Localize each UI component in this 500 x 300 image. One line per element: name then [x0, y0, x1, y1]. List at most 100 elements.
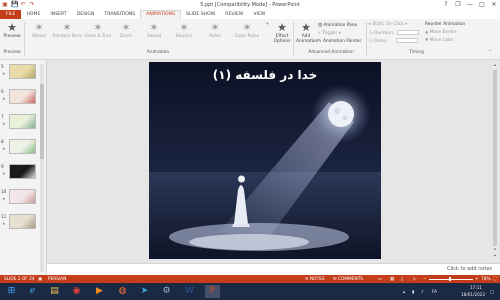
- animation-painter-button[interactable]: ✎ Animation Painter: [318, 39, 361, 44]
- language-indicator[interactable]: FA: [432, 289, 437, 294]
- zoom-slider-thumb[interactable]: [449, 277, 451, 281]
- settings-icon[interactable]: ⚙: [159, 285, 174, 298]
- ribbon-display-icon[interactable]: ❐: [454, 1, 462, 8]
- animation-bounce[interactable]: ✶ Bounce: [172, 22, 196, 40]
- tab-view[interactable]: VIEW: [248, 10, 270, 19]
- animation-pulse[interactable]: ✶ Pulse: [203, 21, 227, 40]
- tab-file[interactable]: FILE: [0, 10, 22, 19]
- tab-slide-show[interactable]: SLIDE SHOW: [181, 10, 220, 19]
- animation-grow-turn[interactable]: ✶ Grow & Turn: [84, 21, 112, 40]
- slide-thumbnail[interactable]: [9, 214, 36, 229]
- slide-thumbnail-pane: 5 ★ 6 ★ 7 ★ 8 ★ 9 ★ 10 ★ 11 ★: [0, 60, 47, 275]
- slide-thumbnail[interactable]: [9, 139, 36, 154]
- slide-thumbnail[interactable]: [9, 164, 36, 179]
- spellcheck-icon[interactable]: ▣: [38, 277, 42, 282]
- animation-label: Grow & Turn: [84, 34, 112, 39]
- close-button[interactable]: ✕: [490, 1, 498, 8]
- animation-swivel[interactable]: ✶ Swivel: [142, 22, 166, 40]
- animation-gallery-more[interactable]: ▾: [265, 22, 270, 27]
- help-icon[interactable]: ?: [442, 1, 450, 8]
- ie-icon[interactable]: ℯ: [25, 285, 40, 298]
- duration-label: Duration:: [374, 31, 395, 36]
- move-later-button[interactable]: ▼ Move Later: [425, 38, 454, 43]
- delay-field[interactable]: ◷ Delay:: [369, 38, 418, 44]
- tab-insert[interactable]: INSERT: [45, 10, 71, 19]
- animation-wheel[interactable]: ✶ Wheel: [28, 22, 50, 40]
- comments-toggle[interactable]: ✉ COMMENTS: [333, 277, 363, 282]
- scrollbar-thumb[interactable]: [493, 70, 497, 246]
- explorer-icon[interactable]: ▤: [47, 285, 62, 298]
- thumbnail-number: 7: [1, 114, 4, 119]
- start-field[interactable]: ▸ Start: On Click ▾: [369, 22, 407, 27]
- network-icon[interactable]: ▮: [412, 289, 414, 294]
- reorder-animation-title: Reorder Animation: [425, 22, 466, 27]
- tab-review[interactable]: REVIEW: [220, 10, 248, 19]
- duration-field[interactable]: ◷ Duration:: [369, 30, 420, 36]
- divider: [293, 22, 294, 56]
- zoom-level[interactable]: 78%: [481, 277, 491, 282]
- slide-thumbnail[interactable]: [9, 64, 36, 79]
- thumbnail-number: 11: [1, 214, 7, 219]
- add-animation-button[interactable]: ★ Add Animation: [296, 22, 318, 45]
- delay-input[interactable]: [395, 38, 418, 43]
- scrollbar-thumb[interactable]: [40, 84, 44, 159]
- powerpoint-icon[interactable]: P: [205, 285, 220, 298]
- slide-thumbnail[interactable]: [9, 114, 36, 129]
- notifications-icon[interactable]: ▢: [490, 289, 494, 294]
- slide-title[interactable]: خدا در فلسفه (۱): [149, 68, 381, 82]
- maximize-button[interactable]: □: [478, 1, 486, 8]
- editor-scrollbar[interactable]: ▴ ⏶ ⏷: [492, 62, 498, 262]
- tray-arrow-icon[interactable]: ▴: [403, 289, 405, 294]
- slide-thumbnail[interactable]: [9, 89, 36, 104]
- move-earlier-button[interactable]: ▲ Move Earlier: [425, 30, 456, 35]
- collapse-ribbon-icon[interactable]: ⌃: [488, 50, 492, 55]
- volume-icon[interactable]: ♪: [421, 289, 424, 294]
- chrome-icon[interactable]: ◉: [69, 285, 84, 298]
- normal-view-icon[interactable]: ▭: [378, 277, 382, 282]
- thumbnail-number: 9: [1, 164, 4, 169]
- tab-animations[interactable]: ANIMATIONS: [140, 10, 182, 19]
- tab-transitions[interactable]: TRANSITIONS: [99, 10, 140, 19]
- effect-options-button[interactable]: ★ Effect Options: [271, 22, 293, 45]
- thumbnail-number: 5: [1, 64, 4, 69]
- previous-slide-icon[interactable]: ⏶: [492, 246, 498, 251]
- clock-date[interactable]: 18/01/2022: [461, 292, 485, 297]
- notes-toggle[interactable]: ≡ NOTES: [305, 277, 325, 282]
- animation-star-icon: ★: [2, 146, 6, 151]
- zoom-slider[interactable]: [429, 277, 473, 281]
- clock-time[interactable]: 17:11: [470, 285, 482, 290]
- zoom-out-icon[interactable]: −: [423, 277, 427, 282]
- duration-input[interactable]: [397, 30, 420, 35]
- tab-home[interactable]: HOME: [21, 10, 45, 19]
- firefox-icon[interactable]: ◍: [115, 285, 130, 298]
- thumbnail-scrollbar[interactable]: [40, 64, 44, 272]
- tab-design[interactable]: DESIGN: [72, 10, 100, 19]
- minimize-button[interactable]: —: [466, 1, 474, 8]
- slide-thumbnail[interactable]: [9, 189, 36, 204]
- scroll-up-icon[interactable]: ▴: [492, 62, 498, 67]
- animation-star-icon: ★: [2, 196, 6, 201]
- animation-random-bars[interactable]: ✶ Random Bars: [52, 22, 82, 40]
- chevron-down-icon: ▾: [403, 22, 408, 27]
- animation-zoom[interactable]: ✶ Zoom: [114, 22, 138, 40]
- grow-turn-icon: ✶: [93, 21, 103, 34]
- start-icon[interactable]: ⊞: [4, 285, 19, 298]
- preview-button[interactable]: ★ Preview: [3, 22, 21, 40]
- animation-color-pulse[interactable]: ✶ Color Pulse: [232, 22, 262, 40]
- trigger-button[interactable]: ⚡ Trigger ▾: [318, 31, 341, 36]
- animation-pane-button[interactable]: ▤ Animation Pane: [318, 23, 357, 28]
- current-slide[interactable]: خدا در فلسفه (۱): [149, 62, 381, 259]
- next-slide-icon[interactable]: ⏷: [492, 253, 498, 258]
- fit-to-window-icon[interactable]: ⛶: [493, 277, 496, 282]
- notes-pane[interactable]: Click to add notes: [47, 263, 500, 275]
- pulse-icon: ✶: [210, 21, 220, 34]
- slide-sorter-icon[interactable]: ▦: [390, 277, 394, 282]
- slide-show-icon[interactable]: ▷: [413, 277, 416, 282]
- animation-star-icon: ★: [2, 96, 6, 101]
- media-icon[interactable]: ▶: [92, 285, 107, 298]
- telegram-icon[interactable]: ➤: [137, 285, 152, 298]
- zoom-in-icon[interactable]: +: [475, 277, 479, 282]
- reading-view-icon[interactable]: ▯: [401, 277, 403, 282]
- word-icon[interactable]: W: [182, 285, 197, 298]
- language-indicator[interactable]: PERSIAN: [48, 277, 66, 282]
